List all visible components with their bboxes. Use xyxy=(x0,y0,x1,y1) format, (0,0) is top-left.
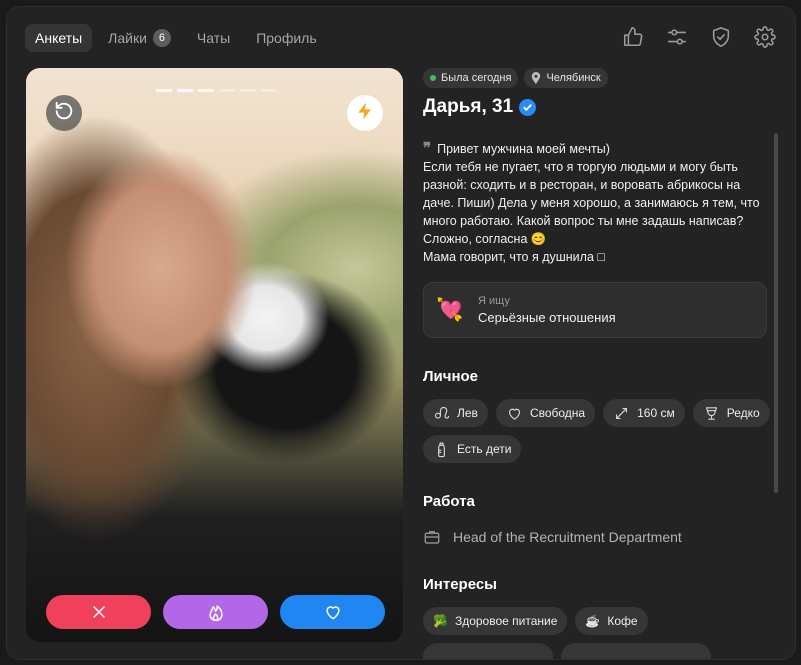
status-pills: Была сегодня Челябинск xyxy=(423,68,778,88)
profile-name: Дарья, 31 xyxy=(423,96,514,117)
undo-button[interactable] xyxy=(46,95,82,131)
tab-profile[interactable]: Профиль xyxy=(246,24,326,52)
chip-label: Лев xyxy=(457,406,478,420)
pagination-dot xyxy=(240,89,256,92)
pagination-dot xyxy=(156,89,172,92)
heart-outline-icon xyxy=(508,408,520,420)
tab-chats[interactable]: Чаты xyxy=(187,24,240,52)
online-dot-icon xyxy=(430,75,436,81)
superlike-flame-icon xyxy=(208,605,223,622)
chip-label: 160 см xyxy=(637,406,675,420)
location-pin-icon xyxy=(532,72,541,84)
work-section-title: Работа xyxy=(423,493,475,510)
coffee-icon: ☕ xyxy=(585,614,601,628)
tab-profiles[interactable]: Анкеты xyxy=(25,24,93,52)
superlike-button[interactable] xyxy=(163,595,268,629)
broccoli-icon: 🥦 xyxy=(433,614,448,628)
like-heart-icon xyxy=(325,606,340,620)
tab-label: Чаты xyxy=(196,30,231,46)
like-button[interactable] xyxy=(280,595,385,629)
online-status-text: Была сегодня xyxy=(441,72,512,84)
top-nav: Анкеты Лайки 6 Чаты Профиль xyxy=(25,24,327,52)
pagination-dot xyxy=(198,89,214,92)
tab-label: Лайки xyxy=(108,30,147,46)
settings-icon[interactable] xyxy=(753,25,777,49)
pagination-dot xyxy=(177,89,193,92)
personal-section-title: Личное xyxy=(423,368,479,385)
chip-label: Свободна xyxy=(529,406,586,420)
looking-for-card: 💘 Я ищу Серьёзные отношения xyxy=(423,282,767,338)
likes-count-badge: 6 xyxy=(152,29,171,47)
app-window: Анкеты Лайки 6 Чаты Профиль Была сегодня… xyxy=(6,6,796,660)
job-title: Head of the Recruitment Department xyxy=(453,529,682,545)
dislike-x-icon xyxy=(92,606,105,618)
chip-relationship: Свободна xyxy=(495,399,596,427)
personal-chips: Лев Свободна 160 см Редко Есть дети xyxy=(423,399,773,463)
job-row: Head of the Recruitment Department xyxy=(423,528,778,546)
chip-children: Есть дети xyxy=(423,435,522,463)
shield-check-icon[interactable] xyxy=(709,25,733,49)
online-status-pill: Была сегодня xyxy=(423,68,519,88)
profile-name-row: Дарья, 31 xyxy=(423,96,778,118)
photo-pagination xyxy=(156,89,277,92)
briefcase-icon xyxy=(424,531,440,544)
thumbs-up-icon[interactable] xyxy=(621,25,645,49)
chip-interest-partial xyxy=(561,643,711,659)
chip-height: 160 см xyxy=(603,399,685,427)
chip-alcohol: Редко xyxy=(692,399,770,427)
profile-info: Была сегодня Челябинск Дарья, 31 ❞ Привет… xyxy=(423,68,778,659)
tab-label: Профиль xyxy=(256,30,317,46)
city-pill: Челябинск xyxy=(524,68,608,88)
chip-zodiac: Лев xyxy=(423,399,488,427)
profile-photo[interactable] xyxy=(26,68,403,642)
chip-interest-partial xyxy=(423,643,553,659)
scrollbar[interactable] xyxy=(774,133,778,493)
baby-bottle-icon xyxy=(438,442,445,457)
chip-interest: ☕ Кофе xyxy=(575,607,648,635)
chip-label: Кофе xyxy=(607,614,638,628)
pagination-dot xyxy=(219,89,235,92)
tab-likes[interactable]: Лайки 6 xyxy=(98,24,181,52)
city-text: Челябинск xyxy=(546,72,601,84)
dislike-button[interactable] xyxy=(46,595,151,629)
undo-icon xyxy=(53,100,75,127)
profile-bio: ❞ Привет мужчина моей мечты) Если тебя не… xyxy=(423,140,768,266)
chip-interest: 🥦 Здоровое питание xyxy=(423,607,568,635)
quote-icon: ❞ xyxy=(423,140,432,157)
header-actions xyxy=(621,25,777,49)
boost-button[interactable] xyxy=(347,95,383,131)
filters-icon[interactable] xyxy=(665,25,689,49)
cupid-heart-icon: 💘 xyxy=(436,297,464,322)
looking-for-label: Я ищу xyxy=(478,295,510,307)
height-arrows-icon xyxy=(616,407,628,419)
boost-lightning-icon xyxy=(355,101,375,126)
verified-icon xyxy=(519,98,537,116)
bio-text: Привет мужчина моей мечты) Если тебя не … xyxy=(423,142,760,264)
swipe-actions xyxy=(46,595,385,629)
chip-label: Есть дети xyxy=(457,442,512,456)
zodiac-leo-icon xyxy=(434,406,450,419)
looking-for-value: Серьёзные отношения xyxy=(478,310,616,325)
chip-label: Редко xyxy=(726,406,760,420)
chip-label: Здоровое питание xyxy=(454,614,558,628)
tab-label: Анкеты xyxy=(35,30,83,46)
interests-section-title: Интересы xyxy=(423,576,497,593)
wine-glass-icon xyxy=(705,406,717,420)
pagination-dot xyxy=(261,89,277,92)
interest-chips: 🥦 Здоровое питание ☕ Кофе xyxy=(423,607,773,659)
